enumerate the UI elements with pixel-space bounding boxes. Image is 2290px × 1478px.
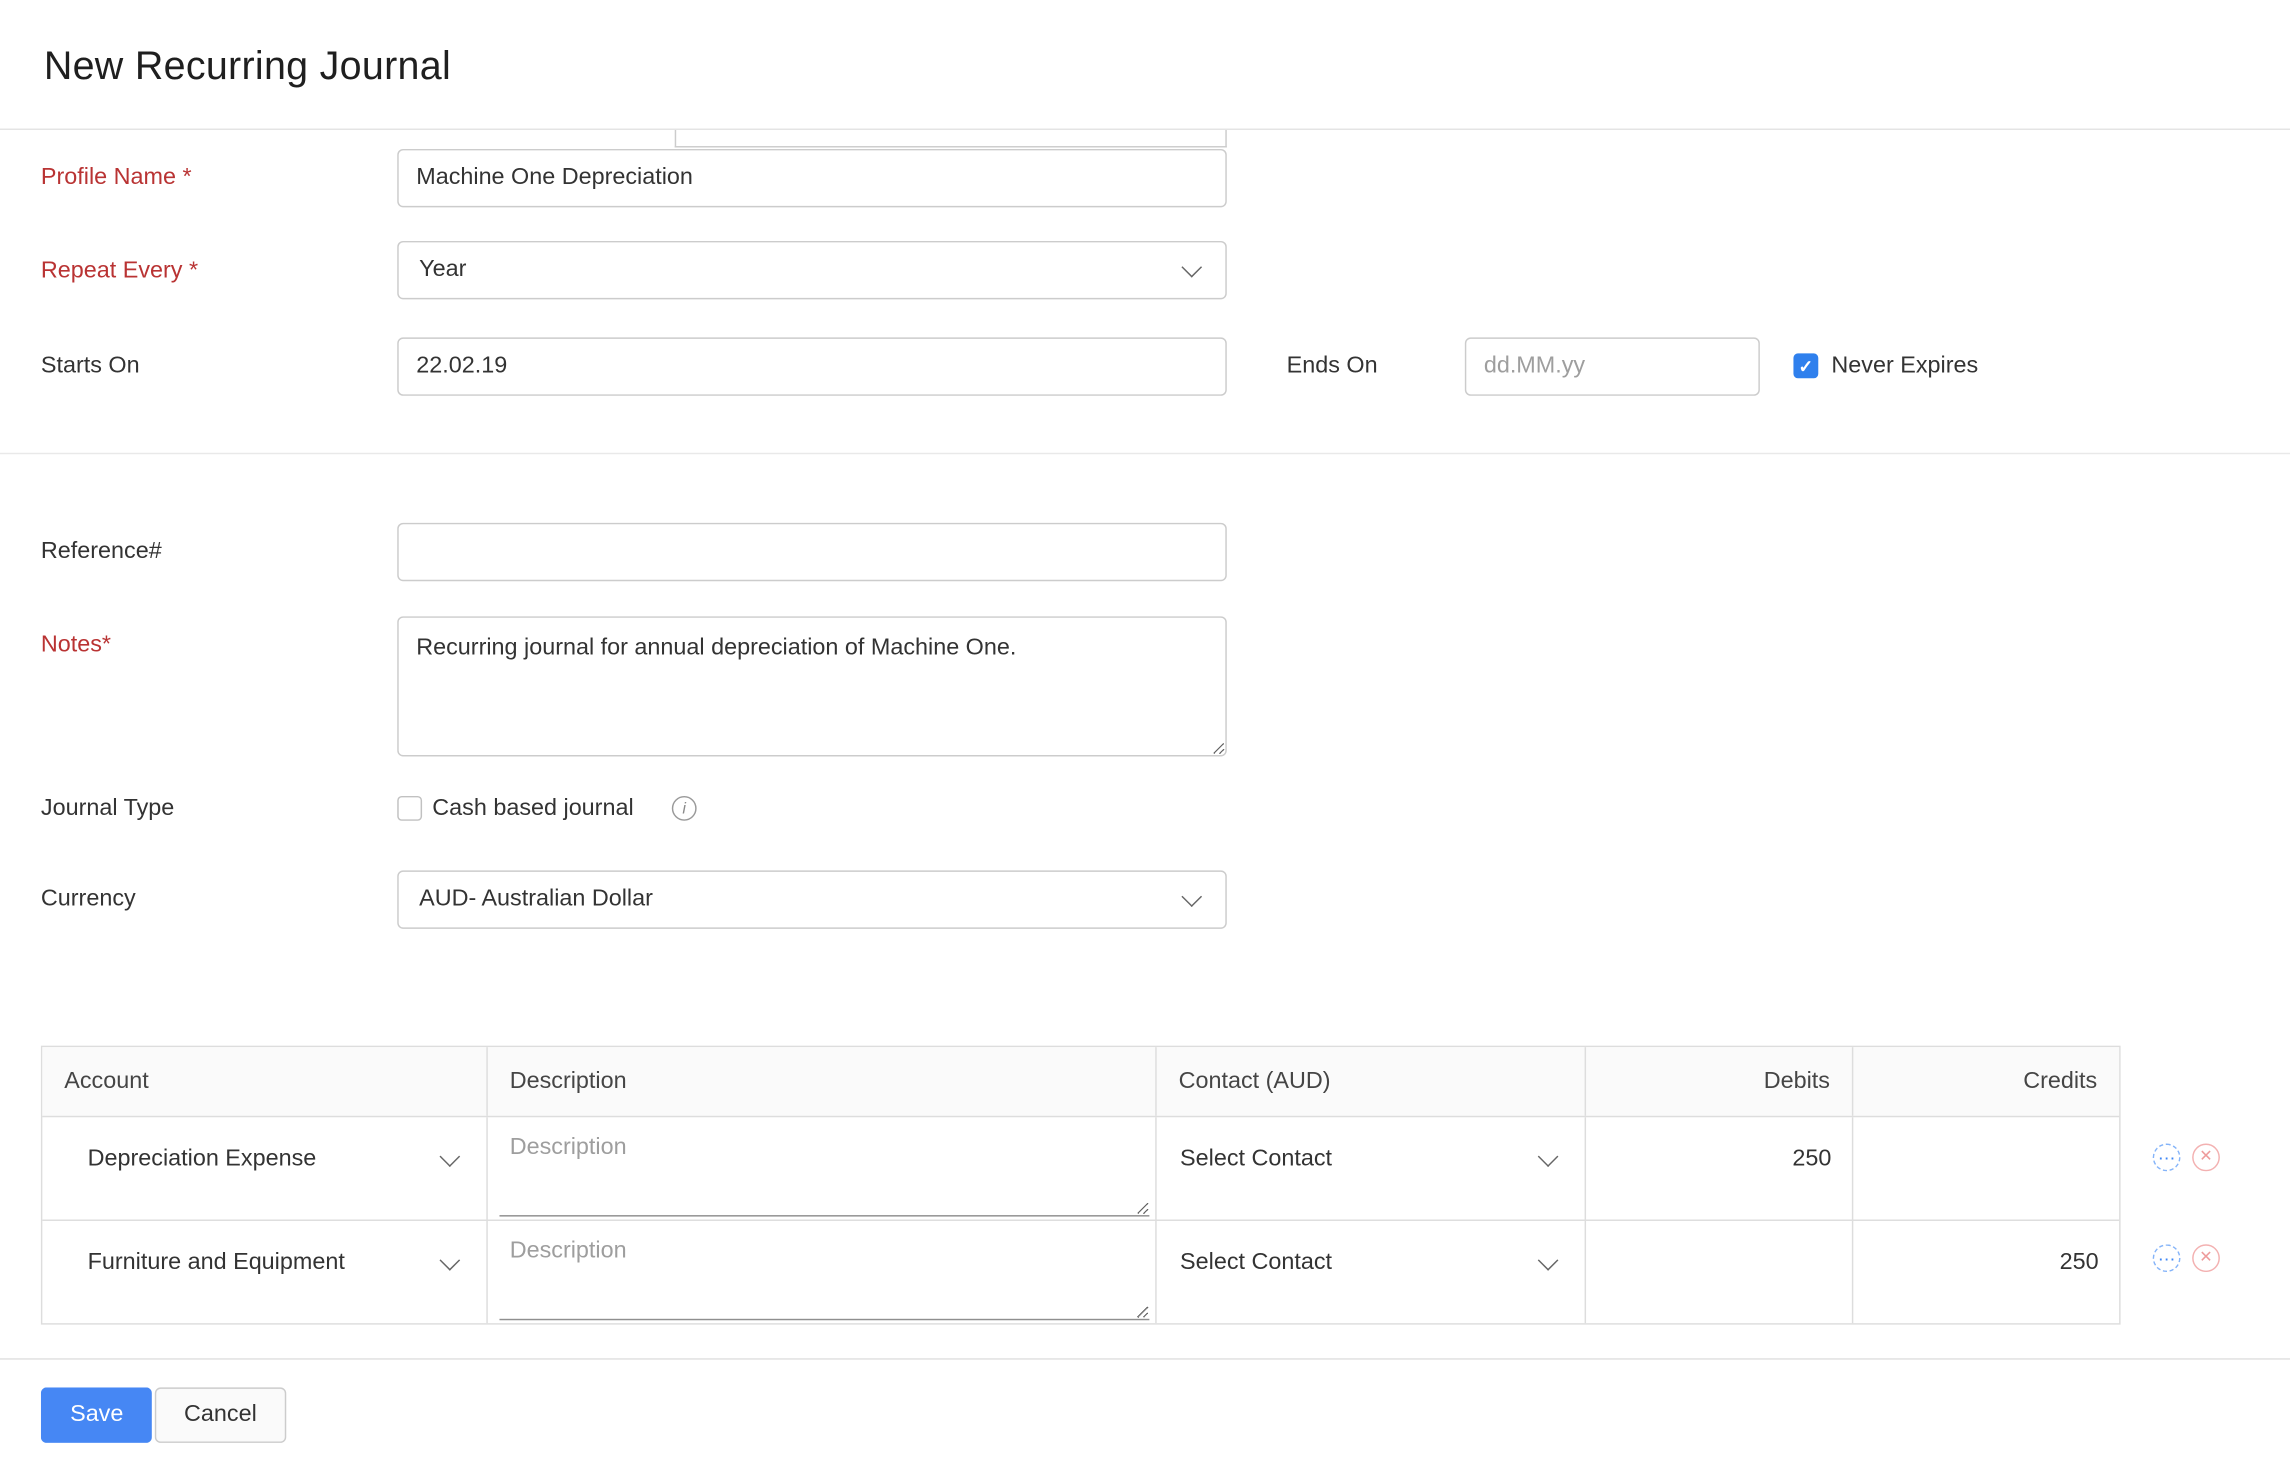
repeat-every-value: Year: [419, 257, 467, 282]
contact-select-value: Select Contact: [1180, 1146, 1333, 1172]
debits-cell: [1584, 1117, 1852, 1220]
ends-on-input[interactable]: [1464, 337, 1760, 396]
repeat-every-label: Repeat Every *: [40, 258, 199, 284]
contact-select-value: Select Contact: [1180, 1250, 1333, 1275]
cancel-button[interactable]: Cancel: [154, 1387, 286, 1443]
debits-input[interactable]: [1586, 1123, 1852, 1197]
delete-cross-glyph: ✕: [2199, 1248, 2213, 1267]
contact-cell: Select Contact: [1155, 1220, 1585, 1324]
account-select-value: Furniture and Equipment: [87, 1250, 345, 1275]
description-column-header: Description: [486, 1047, 1155, 1116]
description-cell: [486, 1220, 1155, 1324]
profile-name-label: Profile Name *: [40, 165, 192, 190]
description-textarea[interactable]: [499, 1120, 1150, 1217]
info-glyph: i: [682, 799, 687, 818]
contact-column-header: Contact (AUD): [1155, 1047, 1584, 1116]
page-title: New Recurring Journal: [43, 43, 452, 88]
page-header: New Recurring Journal: [0, 0, 2290, 130]
new-recurring-journal-page: New Recurring Journal Profile Name * Rep…: [0, 0, 2290, 1478]
more-dots-glyph: ⋯: [2157, 1247, 2176, 1269]
never-expires-checkbox[interactable]: ✓: [1793, 353, 1819, 379]
credits-input[interactable]: [1853, 1226, 2120, 1300]
starts-on-label: Starts On: [40, 353, 140, 379]
checkmark-icon: ✓: [1798, 355, 1814, 377]
reference-input[interactable]: [397, 522, 1227, 582]
never-expires-label: Never Expires: [1831, 353, 1979, 379]
contact-select[interactable]: Select Contact: [1157, 1227, 1585, 1300]
profile-name-input[interactable]: [397, 148, 1227, 208]
clipped-field-fragment: [674, 129, 1227, 148]
chevron-down-icon: [1181, 256, 1203, 278]
info-icon[interactable]: i: [671, 795, 697, 821]
currency-value: AUD- Australian Dollar: [419, 886, 653, 912]
row-delete-icon[interactable]: ✕: [2192, 1143, 2220, 1172]
row-delete-icon[interactable]: ✕: [2192, 1244, 2220, 1273]
notes-label: Notes*: [40, 632, 112, 658]
contact-select[interactable]: Select Contact: [1157, 1123, 1585, 1196]
chevron-down-icon: [1537, 1250, 1559, 1271]
credits-column-header: Credits: [1851, 1047, 2119, 1116]
account-select[interactable]: Depreciation Expense: [42, 1123, 486, 1196]
account-cell: Furniture and Equipment: [42, 1221, 486, 1323]
account-column-header: Account: [64, 1069, 149, 1094]
save-button[interactable]: Save: [40, 1387, 153, 1443]
account-cell: Depreciation Expense: [42, 1117, 486, 1219]
chevron-down-icon: [1181, 886, 1203, 908]
cash-based-journal-checkbox[interactable]: ✓: [397, 795, 423, 821]
currency-label: Currency: [40, 886, 136, 912]
row-options-icon[interactable]: ⋯: [2152, 1143, 2181, 1172]
debits-input[interactable]: [1586, 1226, 1852, 1300]
table-header-row: Account Description Contact (AUD) Debits…: [42, 1047, 2120, 1116]
chevron-down-icon: [439, 1250, 461, 1271]
journal-type-label: Journal Type: [40, 795, 175, 821]
chevron-down-icon: [1537, 1146, 1559, 1168]
ends-on-label: Ends On: [1286, 353, 1378, 379]
reference-label: Reference#: [40, 538, 162, 564]
credits-cell: [1851, 1117, 2120, 1220]
delete-cross-glyph: ✕: [2199, 1147, 2213, 1166]
credits-cell: [1851, 1220, 2120, 1324]
more-dots-glyph: ⋯: [2157, 1147, 2176, 1168]
currency-select[interactable]: AUD- Australian Dollar: [397, 870, 1227, 929]
table-row: Depreciation Expense Select Contact: [42, 1115, 2120, 1220]
table-row: Furniture and Equipment Select Contact: [42, 1219, 2120, 1324]
notes-textarea[interactable]: [397, 616, 1227, 757]
footer-divider: [0, 1358, 2290, 1360]
credits-input[interactable]: [1853, 1123, 2120, 1197]
cash-based-journal-label: Cash based journal: [432, 795, 634, 821]
account-select[interactable]: Furniture and Equipment: [42, 1227, 486, 1300]
row-options-icon[interactable]: ⋯: [2152, 1244, 2181, 1273]
chevron-down-icon: [439, 1146, 461, 1168]
description-textarea[interactable]: [499, 1223, 1150, 1321]
debits-column-header: Debits: [1584, 1047, 1852, 1116]
repeat-every-select[interactable]: Year: [397, 240, 1227, 300]
debits-cell: [1584, 1220, 1852, 1324]
description-cell: [486, 1117, 1155, 1220]
section-divider: [0, 452, 2290, 455]
contact-cell: Select Contact: [1155, 1117, 1585, 1220]
starts-on-input[interactable]: [397, 337, 1227, 396]
account-select-value: Depreciation Expense: [87, 1146, 317, 1172]
journal-lines-table: Account Description Contact (AUD) Debits…: [40, 1045, 2121, 1325]
